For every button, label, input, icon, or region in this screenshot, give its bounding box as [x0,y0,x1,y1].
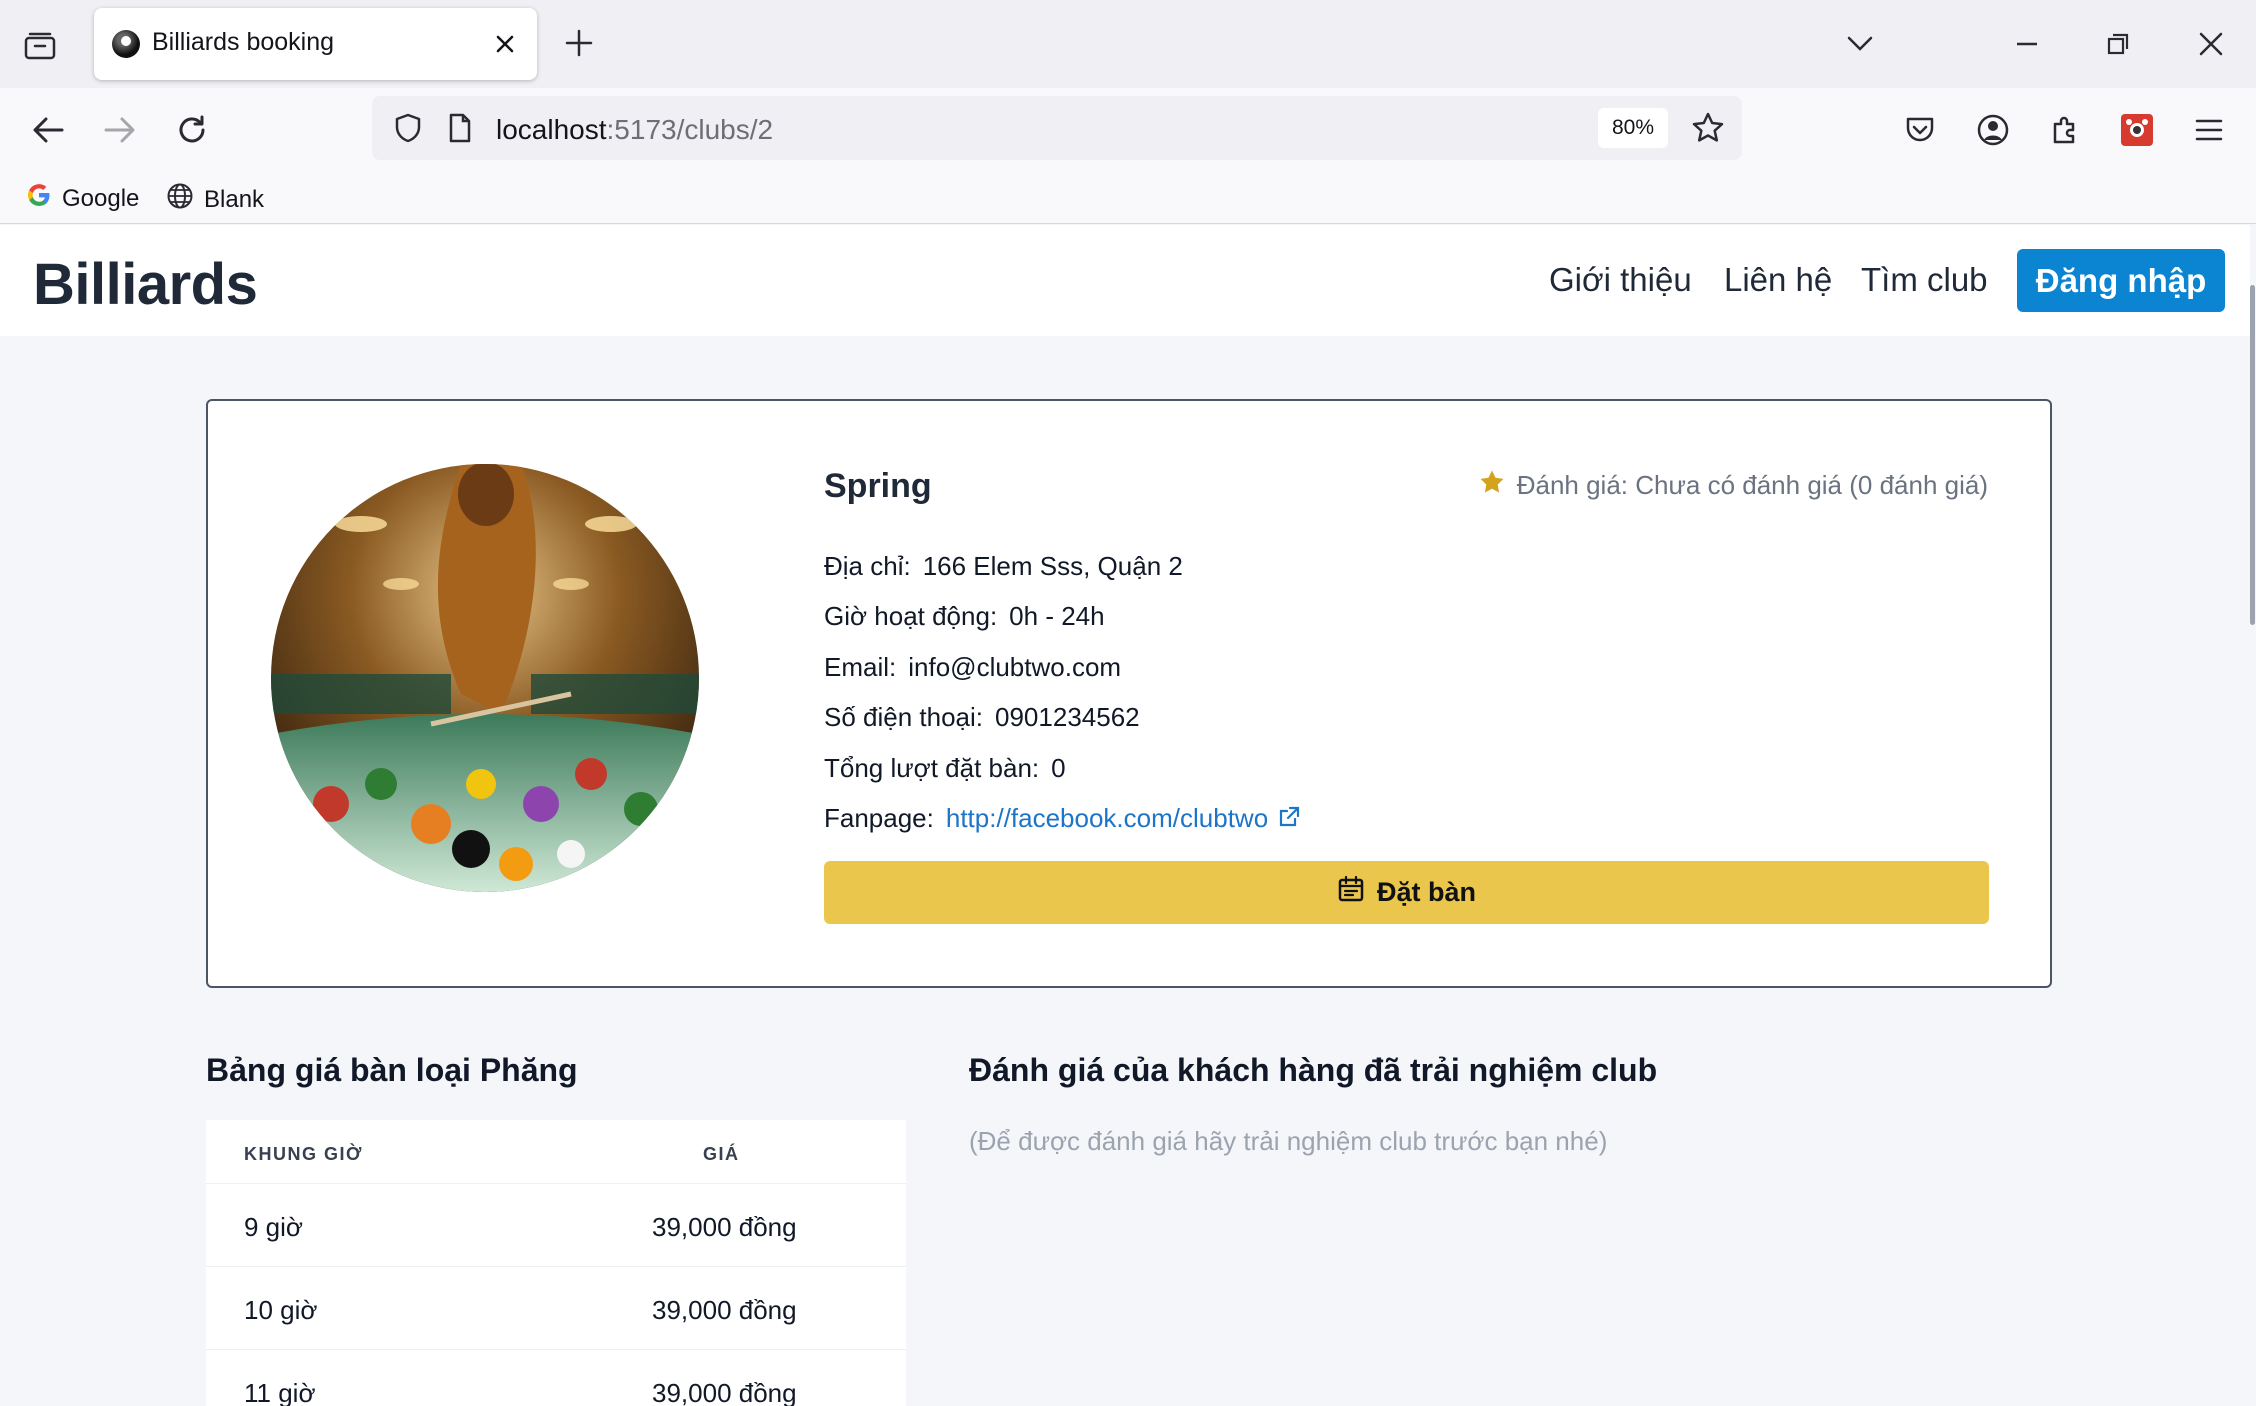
page-icon[interactable] [438,106,482,150]
close-tab-icon[interactable] [491,30,519,58]
row-time: 11 giờ [244,1378,316,1406]
tab-title: Billiards booking [152,28,335,56]
club-name: Spring [824,467,932,505]
table-row: 11 giờ 39,000 đồng [206,1350,906,1406]
minimize-icon[interactable] [2007,24,2047,64]
extension-app-icon[interactable] [2115,108,2159,152]
menu-hamburger-icon[interactable] [2187,108,2231,152]
book-table-button[interactable]: Đặt bàn [824,861,1989,924]
row-price: 39,000 đồng [652,1212,797,1242]
browser-tab-bar: Billiards booking [0,0,2256,88]
list-all-tabs-icon[interactable] [1840,24,1880,64]
book-button-label: Đặt bàn [1376,877,1476,907]
login-button[interactable]: Đăng nhập [2017,249,2225,312]
column-header-time: KHUNG GIỜ [244,1144,363,1164]
bookmark-blank-label: Blank [204,185,265,213]
reload-icon[interactable] [170,108,214,152]
shield-icon[interactable] [386,106,430,150]
bookings-label: Tổng lượt đặt bàn: [824,753,1040,783]
url-text[interactable]: localhost:5173/clubs/2 [496,114,773,146]
browser-tab[interactable]: Billiards booking [94,8,537,80]
url-host: localhost [496,114,607,145]
column-header-price: GIÁ [703,1144,740,1164]
reviews-empty-note: (Để được đánh giá hãy trải nghiệm club t… [969,1126,1608,1156]
url-path: :5173/clubs/2 [606,114,774,145]
address-bar[interactable]: localhost:5173/clubs/2 80% [372,96,1742,160]
hours-label: Giờ hoạt động: [824,601,998,631]
club-address: Địa chỉ: 166 Elem Sss, Quận 2 [824,551,1183,582]
hours-value: 0h - 24h [1009,601,1105,631]
table-row: 9 giờ 39,000 đồng [206,1184,906,1267]
price-table: KHUNG GIỜ GIÁ 9 giờ 39,000 đồng 10 giờ 3… [206,1120,906,1406]
club-email: Email: info@clubtwo.com [824,652,1121,683]
brand-logo[interactable]: Billiards [33,251,258,318]
email-label: Email: [824,652,897,682]
site-header: Billiards Giới thiệu Liên hệ Tìm club Đă… [0,225,2250,336]
club-info-card: Spring Đánh giá: Chưa có đánh giá (0 đán… [206,399,2052,988]
zoom-level[interactable]: 80% [1598,108,1668,148]
bookmark-star-icon[interactable] [1686,106,1730,150]
extensions-icon[interactable] [2043,108,2087,152]
bookmark-google[interactable]: Google [26,182,139,215]
new-tab-icon[interactable] [562,26,596,60]
star-icon [1479,469,1505,502]
phone-label: Số điện thoại: [824,702,984,732]
club-phone: Số điện thoại: 0901234562 [824,702,1140,733]
address-value: 166 Elem Sss, Quận 2 [922,551,1183,581]
row-price: 39,000 đồng [652,1378,797,1406]
club-hours: Giờ hoạt động: 0h - 24h [824,601,1105,632]
reviews-title: Đánh giá của khách hàng đã trải nghiệm c… [969,1052,1658,1088]
restore-icon[interactable] [2098,24,2138,64]
forward-arrow-icon[interactable] [98,108,142,152]
price-table-title: Bảng giá bàn loại Phăng [206,1052,578,1088]
address-label: Địa chỉ: [824,551,911,581]
scrollbar-thumb[interactable] [2250,285,2255,625]
row-time: 9 giờ [244,1212,303,1242]
table-row: 10 giờ 39,000 đồng [206,1267,906,1350]
phone-value: 0901234562 [995,702,1140,732]
back-arrow-icon[interactable] [26,108,70,152]
external-link-icon[interactable] [1277,805,1301,836]
billiard-ball-icon [112,30,140,58]
bookings-value: 0 [1051,753,1066,783]
close-window-icon[interactable] [2191,24,2231,64]
nav-link-gioi-thieu[interactable]: Giới thiệu [1549,261,1692,299]
club-fanpage: Fanpage: http://facebook.com/clubtwo [824,803,1301,836]
fanpage-link[interactable]: http://facebook.com/clubtwo [946,803,1268,833]
browser-navigation-bar: localhost:5173/clubs/2 80% [0,88,2256,172]
row-time: 10 giờ [244,1295,318,1325]
account-icon[interactable] [1971,108,2015,152]
club-rating: Đánh giá: Chưa có đánh giá (0 đánh giá) [1479,469,1988,502]
nav-link-lien-he[interactable]: Liên hệ [1724,261,1832,299]
bookmark-google-label: Google [62,184,140,212]
club-bookings: Tổng lượt đặt bàn: 0 [824,753,1066,784]
club-photo [271,464,699,892]
globe-icon [166,182,194,217]
rating-text: Đánh giá: Chưa có đánh giá (0 đánh giá) [1516,470,1988,500]
row-price: 39,000 đồng [652,1295,797,1325]
google-icon [26,182,52,215]
bookmark-blank[interactable]: Blank [166,182,264,217]
fanpage-label: Fanpage: [824,803,934,833]
page-scrollbar[interactable] [2250,225,2256,1406]
pocket-icon[interactable] [1898,108,1942,152]
price-table-header: KHUNG GIỜ GIÁ [206,1120,906,1184]
email-value: info@clubtwo.com [908,652,1122,682]
nav-link-tim-club[interactable]: Tìm club [1861,261,1988,299]
calendar-icon [1337,875,1365,910]
tab-list-icon[interactable] [22,28,58,64]
bookmarks-toolbar: Google Blank [0,172,2256,224]
